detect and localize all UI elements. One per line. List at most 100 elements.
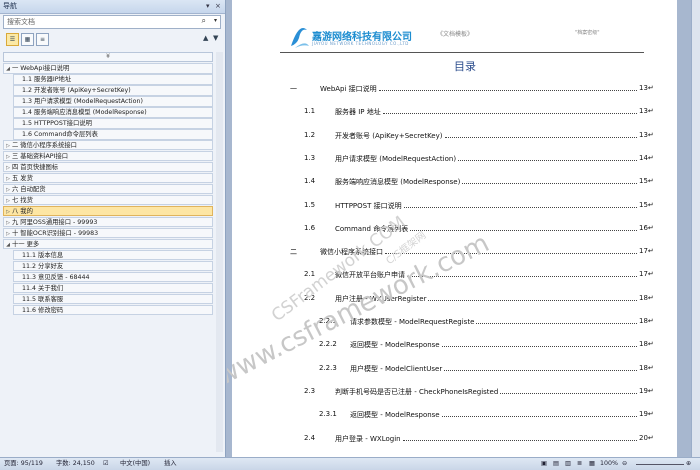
expand-icon[interactable]: ▷ xyxy=(4,141,12,150)
toc-entry[interactable]: 1.5 HTTPPOST 接口说明 15↵ xyxy=(232,201,677,211)
expand-icon[interactable]: ▷ xyxy=(4,207,12,216)
toc-entry[interactable]: 1.1 服务器 IP 地址 13↵ xyxy=(232,107,677,117)
toc-leader-dots xyxy=(404,201,637,208)
toc-page-number: 20↵ xyxy=(639,433,654,442)
toc-entry[interactable]: 1.2 开发者账号 (ApiKey+SecretKey) 13↵ xyxy=(232,131,677,141)
toc-entry[interactable]: 2.2.3 用户模型 - ModelClientUser 18↵ xyxy=(232,364,677,374)
toc-text: 用户登录 - WXLogin xyxy=(335,434,401,443)
headings-view-button[interactable]: ☰ xyxy=(6,33,19,46)
toc-page-number: 19↵ xyxy=(639,386,654,395)
zoom-slider[interactable] xyxy=(636,464,684,465)
search-input[interactable]: 搜索文档 ⌕ ▾ xyxy=(3,15,221,29)
nav-dropdown-icon[interactable]: ▾ xyxy=(206,0,210,13)
prev-heading-icon[interactable]: ▲ xyxy=(203,34,208,42)
nav-heading-item[interactable]: ▷ 二 微信小程序系统接口 xyxy=(3,139,213,151)
toc-text: Command 命令层列表 xyxy=(335,224,409,233)
nav-heading-item[interactable]: ▷ 三 基础资料API接口 xyxy=(3,150,213,162)
status-page[interactable]: 页面: 95/119 xyxy=(4,458,43,470)
status-insert-mode[interactable]: 插入 xyxy=(164,458,177,470)
toc-entry[interactable]: 2.2 用户注册 - WXUserRegister 18↵ xyxy=(232,294,677,304)
nav-heading-item[interactable]: 1.4 服务端响应消息模型 (ModelResponse) xyxy=(13,106,213,118)
nav-heading-label: 11.1 版本信息 xyxy=(22,251,64,259)
status-words[interactable]: 字数: 24,150 xyxy=(56,458,95,470)
nav-heading-label: 11.3 意见反馈 - 68444 xyxy=(22,273,90,281)
expand-icon[interactable]: ▷ xyxy=(4,229,12,238)
nav-heading-item[interactable]: ▷ 八 我的 xyxy=(3,205,213,217)
toc-number: 2.2.3 xyxy=(319,363,337,372)
outline-icon[interactable]: ≣ xyxy=(577,458,582,470)
toc-entry[interactable]: 2.4 用户登录 - WXLogin 20↵ xyxy=(232,434,677,444)
nav-heading-item[interactable]: 11.5 联系客服 xyxy=(13,293,213,305)
expand-icon[interactable]: ▷ xyxy=(4,218,12,227)
nav-heading-item[interactable]: 11.4 关于我们 xyxy=(13,282,213,294)
toc-entry[interactable]: 1.4 服务端响应消息模型 (ModelResponse) 15↵ xyxy=(232,177,677,187)
collapse-icon[interactable]: ◢ xyxy=(4,240,12,249)
expand-icon[interactable]: ▷ xyxy=(4,174,12,183)
nav-heading-item[interactable]: ▷ 四 首页快捷图标 xyxy=(3,161,213,173)
draft-icon[interactable]: ▦ xyxy=(589,458,595,470)
expand-icon[interactable]: ▷ xyxy=(4,152,12,161)
expand-icon[interactable]: ▷ xyxy=(4,196,12,205)
search-icon[interactable]: ⌕ xyxy=(202,16,206,26)
nav-heading-item[interactable]: 11.2 分享好友 xyxy=(13,260,213,272)
nav-heading-item[interactable]: 1.1 服务器IP地址 xyxy=(13,73,213,85)
toc-number: 1.4 xyxy=(304,177,316,186)
heading-tree: ¥ ◢ 一 WebApi接口说明 1.1 服务器IP地址 1.2 开发者账号 (Api… xyxy=(3,52,213,316)
toc-entry[interactable]: 二 微信小程序系统接口 17↵ xyxy=(232,247,677,257)
nav-heading-item[interactable]: 1.6 Command命令层列表 xyxy=(13,128,213,140)
toc-text: 用户模型 - ModelClientUser xyxy=(350,364,443,373)
search-placeholder: 搜索文档 xyxy=(7,18,35,26)
web-layout-icon[interactable]: ▥ xyxy=(565,458,571,470)
toc-entry[interactable]: 2.2.2 返回模型 - ModelResponse 18↵ xyxy=(232,340,677,350)
zoom-in-icon[interactable]: ⊕ xyxy=(686,458,691,470)
search-dropdown-icon[interactable]: ▾ xyxy=(214,17,217,24)
next-heading-icon[interactable]: ▼ xyxy=(213,34,218,42)
toc-leader-dots xyxy=(458,154,637,161)
document-scrollbar[interactable] xyxy=(691,0,700,457)
zoom-out-icon[interactable]: ⊖ xyxy=(622,458,627,470)
toc-entry[interactable]: 2.3 判断手机号码是否已注册 - CheckPhoneIsRegisted 19↵ xyxy=(232,387,677,397)
close-icon[interactable]: × xyxy=(215,0,221,13)
toc-entry[interactable]: 2.3.1 返回模型 - ModelResponse 19↵ xyxy=(232,410,677,420)
toc-text: WebApi 接口说明 xyxy=(320,85,377,93)
status-zoom[interactable]: 100% xyxy=(600,458,618,470)
expand-icon[interactable]: ▷ xyxy=(4,163,12,172)
nav-heading-item[interactable]: ▷ 十 智能OCR识别接口 - 99983 xyxy=(3,227,213,239)
nav-heading-item[interactable]: 11.1 版本信息 xyxy=(13,249,213,261)
nav-heading-item[interactable]: 11.3 意见反馈 - 68444 xyxy=(13,271,213,283)
collapse-icon[interactable]: ◢ xyxy=(4,64,12,73)
nav-heading-item[interactable]: 1.5 HTTPPOST接口说明 xyxy=(13,117,213,129)
nav-heading-label: 四 首页快捷图标 xyxy=(12,163,59,171)
toc-entry[interactable]: 1.6 Command 命令层列表 16↵ xyxy=(232,224,677,234)
collapse-all-button[interactable]: ¥ xyxy=(3,52,213,62)
nav-scrollbar[interactable] xyxy=(216,52,223,452)
nav-heading-item[interactable]: 1.2 开发者账号 (ApiKey+SecretKey) xyxy=(13,84,213,96)
toc-entry[interactable]: 一 WebApi 接口说明 13↵ xyxy=(232,84,677,94)
toc-entry[interactable]: 2.2.1 请求参数模型 - ModelRequestRegiste 18↵ xyxy=(232,317,677,327)
status-bar: 页面: 95/119 字数: 24,150 ☑ 中文(中国) 插入 ▣ ▤ ▥ … xyxy=(0,457,700,470)
toc-leader-dots xyxy=(476,317,637,324)
nav-heading-label: 三 基础资料API接口 xyxy=(12,152,69,160)
toc-entry[interactable]: 1.3 用户请求模型 (ModelRequestAction) 14↵ xyxy=(232,154,677,164)
pages-view-button[interactable]: ▦ xyxy=(21,33,34,46)
reading-layout-icon[interactable]: ▤ xyxy=(553,458,559,470)
nav-heading-item[interactable]: 11.6 修改密码 xyxy=(13,304,213,316)
nav-heading-item[interactable]: ▷ 五 发货 xyxy=(3,172,213,184)
toc-entry[interactable]: 2.1 微信开放平台账户申请 17↵ xyxy=(232,270,677,280)
nav-heading-item[interactable]: 1.3 用户请求模型 (ModelRequestAction) xyxy=(13,95,213,107)
nav-heading-item[interactable]: ◢ 十一 更多 xyxy=(3,238,213,250)
header-security-level: "档案密级" xyxy=(575,30,600,36)
nav-heading-item[interactable]: ▷ 九 阿里OSS通用接口 - 99993 xyxy=(3,216,213,228)
print-layout-icon[interactable]: ▣ xyxy=(541,458,547,470)
status-language[interactable]: 中文(中国) xyxy=(120,458,150,470)
proofing-icon[interactable]: ☑ xyxy=(103,458,109,470)
toc-page-number: 15↵ xyxy=(639,177,654,186)
expand-icon[interactable]: ▷ xyxy=(4,185,12,194)
toc-leader-dots xyxy=(445,131,637,138)
nav-heading-item[interactable]: ◢ 一 WebApi接口说明 xyxy=(3,63,213,74)
nav-heading-item[interactable]: ▷ 七 找货 xyxy=(3,194,213,206)
results-view-button[interactable]: ≡ xyxy=(36,33,49,46)
nav-heading-item[interactable]: ▷ 六 自动配货 xyxy=(3,183,213,195)
toc-number: 1.1 xyxy=(304,107,316,116)
document-area: 嘉游网络科技有限公司 JIAYOU NETWORK TECHNOLOGY CO.… xyxy=(227,0,691,457)
